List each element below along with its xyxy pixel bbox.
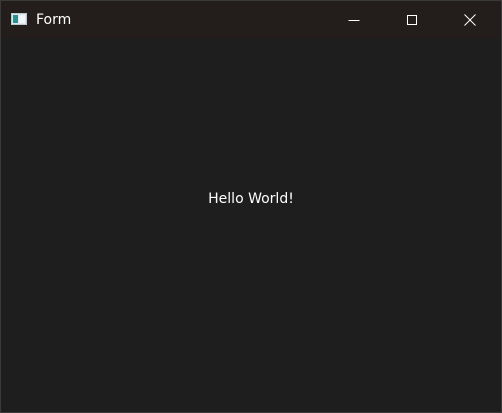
maximize-icon	[407, 15, 417, 25]
minimize-icon	[348, 20, 360, 21]
form-content: Hello World!	[1, 38, 501, 412]
form-window: Form Hello World!	[0, 0, 502, 413]
title-bar[interactable]: Form	[1, 1, 501, 38]
close-icon	[464, 14, 476, 26]
close-button[interactable]	[441, 1, 499, 38]
hello-label: Hello World!	[208, 191, 294, 207]
maximize-button[interactable]	[383, 1, 441, 38]
form-icon-pane	[13, 15, 18, 23]
form-icon-body	[19, 15, 25, 23]
window-title: Form	[36, 12, 72, 28]
minimize-button[interactable]	[325, 1, 383, 38]
form-icon	[11, 13, 27, 25]
